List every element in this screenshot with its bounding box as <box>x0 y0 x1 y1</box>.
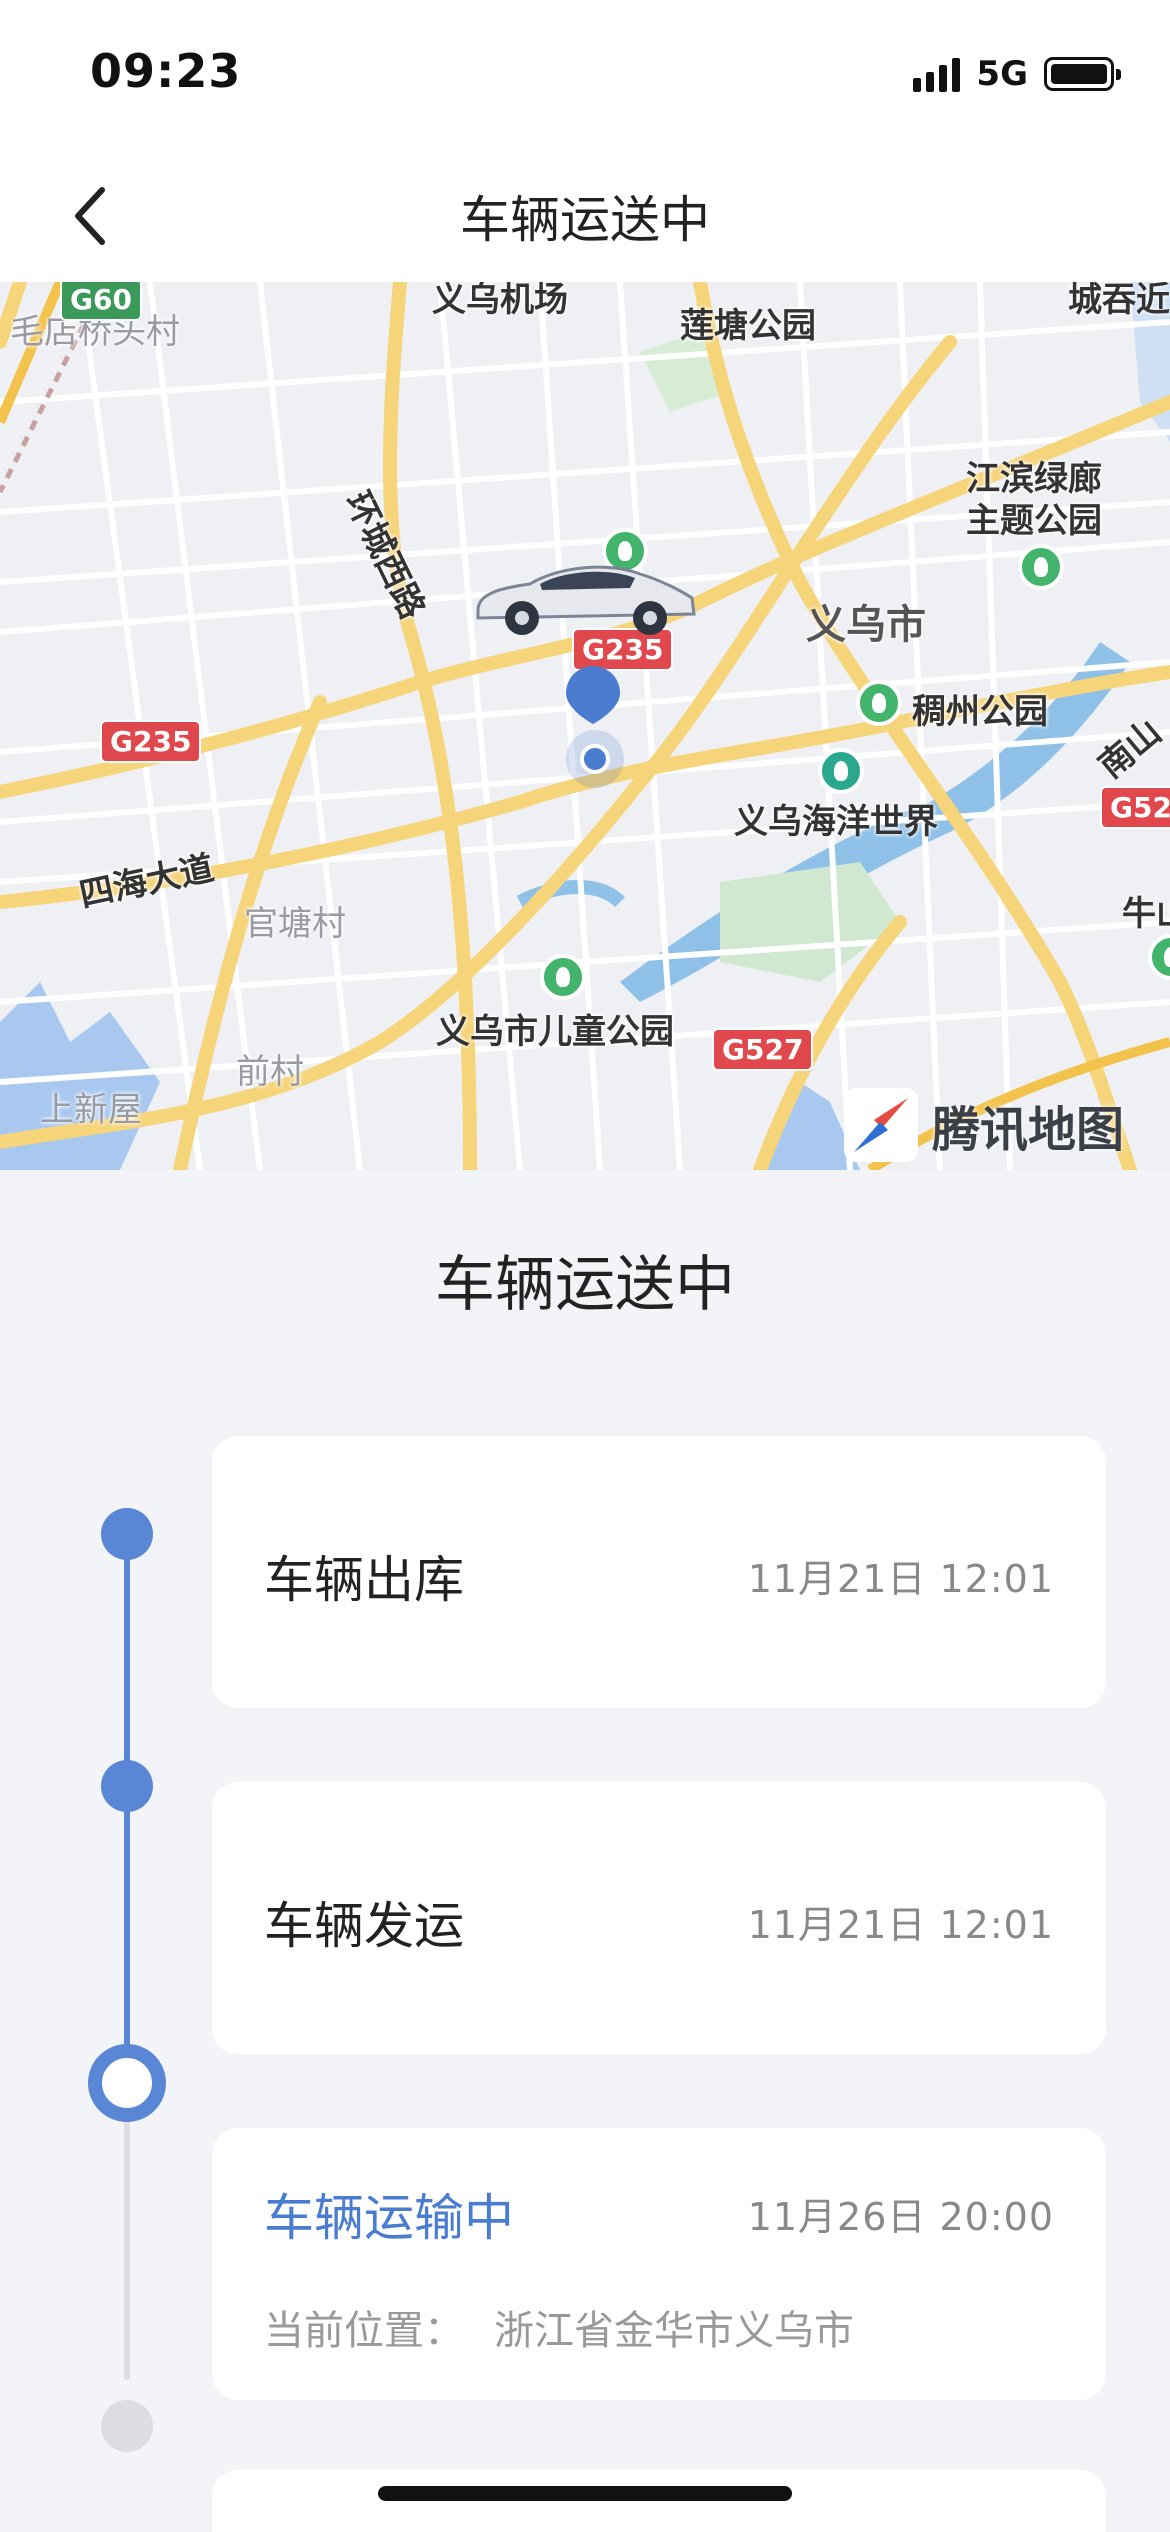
signal-icon <box>913 56 961 92</box>
transport-status-heading: 车辆运送中 <box>435 1250 735 1320</box>
timeline-step-card[interactable]: 车辆出库 11月21日 12:01 <box>212 1436 1106 1708</box>
location-pin-icon <box>566 666 620 724</box>
road-badge-g527: G527 <box>712 1028 814 1071</box>
timeline-line-pending <box>124 2080 130 2380</box>
map-label-ocean-world: 义乌海洋世界 <box>734 802 938 842</box>
map-label-guantang: 官塘村 <box>244 904 346 944</box>
timeline-dot-pending <box>101 2400 153 2452</box>
step-time: 11月21日 12:01 <box>747 1557 1054 1601</box>
network-label: 5G <box>976 54 1028 94</box>
step-title: 车辆出库 <box>264 1551 464 1609</box>
map-label-shangxin: 上新屋 <box>40 1090 142 1130</box>
park-icon <box>540 954 586 1000</box>
map-label-yiwu-city: 义乌市 <box>806 602 926 648</box>
nav-bar: 车辆运送中 <box>0 140 1170 282</box>
step-time: 11月21日 12:01 <box>747 1903 1054 1947</box>
step-title: 车辆发运 <box>264 1897 464 1955</box>
step-time: 11月26日 20:00 <box>747 2195 1054 2239</box>
timeline-dot-done <box>101 1508 153 1560</box>
transport-timeline: 车辆出库 11月21日 12:01 车辆发运 11月21日 12:01 车辆运输… <box>0 1400 1170 2532</box>
road-badge-g235-west: G235 <box>100 720 202 763</box>
timeline-dot-current <box>88 2044 166 2122</box>
map-label-niushan: 牛山 <box>1122 894 1170 934</box>
car-marker-icon[interactable] <box>470 554 700 640</box>
timeline-step-card[interactable]: 车辆发运 11月21日 12:01 <box>212 1782 1106 2054</box>
battery-icon <box>1044 57 1121 91</box>
timeline-step-card-current[interactable]: 车辆运输中 11月26日 20:00 当前位置： 浙江省金华市义乌市 <box>212 2128 1106 2400</box>
aquarium-icon <box>818 748 864 794</box>
map-provider-label: 腾讯地图 <box>932 1102 1125 1158</box>
current-location-row: 当前位置： 浙江省金华市义乌市 <box>264 2298 854 2356</box>
timeline-dot-done <box>101 1760 153 1812</box>
step-title: 车辆运输中 <box>264 2189 514 2247</box>
status-bar: 09:23 5G <box>0 0 1170 140</box>
road-badge-g60: G60 <box>60 282 142 321</box>
map-label-chenggu: 城吞近 <box>1068 282 1170 320</box>
map-label-children-park: 义乌市儿童公园 <box>436 1012 674 1052</box>
map-provider-logo: 腾讯地图 <box>844 1088 1124 1162</box>
map-label-qian-village: 前村 <box>236 1052 304 1092</box>
compass-icon <box>844 1088 918 1162</box>
location-label: 当前位置： <box>264 2308 464 2354</box>
park-icon <box>1018 544 1064 590</box>
map-label-chouzhou: 稠州公园 <box>912 692 1048 732</box>
map-label-liantang: 莲塘公园 <box>680 306 816 346</box>
timeline-step-card-next[interactable] <box>212 2470 1106 2532</box>
map-label-airport: 义乌机场 <box>432 282 568 320</box>
location-value: 浙江省金华市义乌市 <box>494 2308 854 2354</box>
status-time: 09:23 <box>90 44 242 98</box>
status-indicators: 5G <box>913 52 1121 96</box>
map-view[interactable]: 毛店桥头村 义乌机场 莲塘公园 城吞近 江滨绿廊 主题公园 环城西路 义乌市 稠… <box>0 282 1170 1170</box>
current-location-icon <box>566 730 624 788</box>
page-title: 车辆运送中 <box>460 191 710 249</box>
park-icon <box>856 680 902 726</box>
map-label-jiangbin: 江滨绿廊 主题公园 <box>966 459 1102 541</box>
road-badge-g52-east: G52 <box>1100 786 1170 829</box>
home-indicator <box>378 2486 792 2501</box>
